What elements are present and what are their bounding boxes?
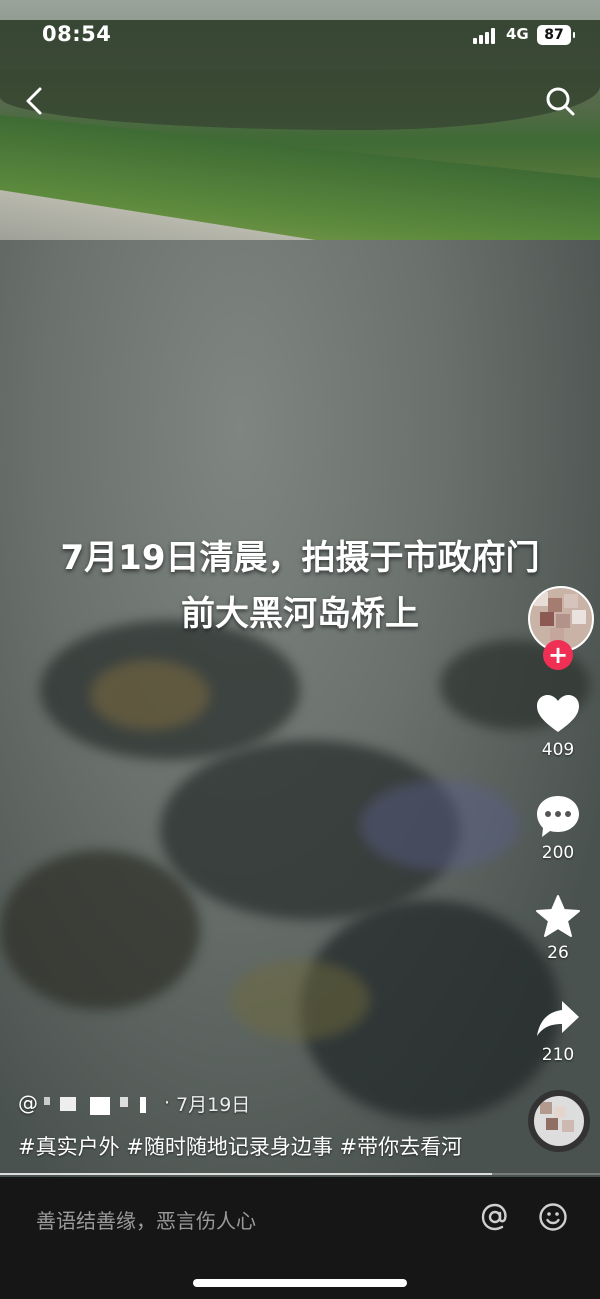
heart-icon	[537, 695, 579, 732]
post-date-separator: ·	[164, 1092, 171, 1114]
post-hashtags[interactable]: #真实户外 #随时随地记录身边事 #带你去看河	[18, 1131, 462, 1161]
caption-line: 前大黑河岛桥上	[181, 594, 419, 634]
emoji-button[interactable]	[538, 1202, 568, 1232]
post-date: 7月19日	[176, 1093, 251, 1116]
mention-button[interactable]	[480, 1202, 510, 1232]
comment-icon	[537, 796, 579, 837]
oil-slick	[360, 780, 520, 870]
status-time: 08:54	[42, 22, 112, 46]
comment-bar: 善语结善缘，恶言伤人心	[0, 1177, 600, 1299]
follow-button[interactable]: +	[543, 640, 573, 670]
share-button[interactable]: 210	[528, 995, 588, 1065]
share-count: 210	[541, 1045, 575, 1065]
comment-input[interactable]: 善语结善缘，恶言伤人心	[36, 1205, 256, 1234]
network-type: 4G	[506, 25, 529, 43]
progress-fill	[0, 1173, 492, 1175]
home-indicator[interactable]	[193, 1279, 407, 1287]
share-arrow-icon	[537, 1001, 579, 1036]
caption-line: 7月19日清晨，拍摄于市政府门	[60, 538, 540, 578]
favorite-count: 26	[547, 943, 569, 963]
video-progress-bar[interactable]	[0, 1173, 600, 1175]
chevron-left-icon	[26, 87, 42, 115]
favorite-button[interactable]: 26	[528, 893, 588, 963]
author-name-mosaic	[40, 1092, 150, 1115]
video-caption: 7月19日清晨，拍摄于市政府门 前大黑河岛桥上	[0, 530, 600, 642]
oil-slick	[90, 660, 210, 730]
comment-count: 200	[541, 843, 575, 863]
author-line[interactable]: @ · 7月19日	[18, 1090, 250, 1116]
oil-slick	[0, 850, 200, 1010]
comment-button[interactable]: 200	[528, 793, 588, 863]
status-bar: 08:54 4G 87	[0, 22, 600, 52]
oil-slick	[230, 960, 370, 1040]
battery-icon: 87	[537, 25, 575, 45]
search-icon	[546, 87, 575, 116]
like-count: 409	[541, 740, 575, 760]
at-icon	[481, 1203, 507, 1231]
back-button[interactable]	[22, 86, 46, 116]
like-button[interactable]: 409	[528, 690, 588, 760]
search-button[interactable]	[545, 86, 575, 116]
star-icon	[536, 895, 580, 937]
music-disc[interactable]	[528, 1090, 590, 1152]
smiley-icon	[539, 1203, 567, 1231]
signal-icon	[473, 28, 499, 44]
author-at: @	[18, 1091, 38, 1115]
